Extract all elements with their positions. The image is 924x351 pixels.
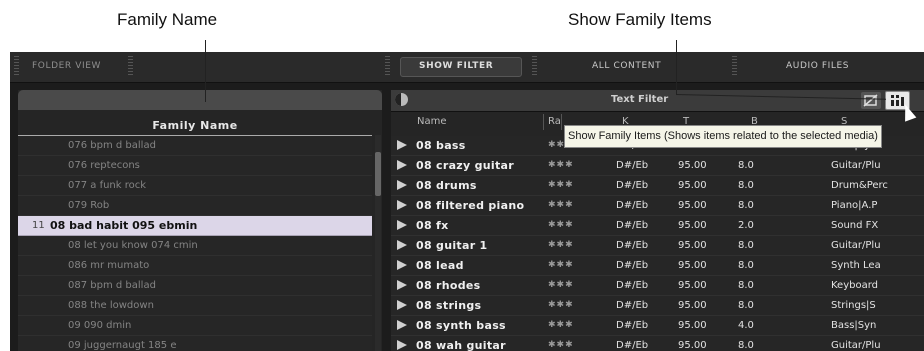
family-row[interactable]: 088 the lowdown xyxy=(18,296,372,316)
family-row[interactable]: 076 bpm d ballad xyxy=(18,136,372,156)
all-content-tab[interactable]: ALL CONTENT xyxy=(592,61,661,71)
result-row[interactable]: 08 synth bass ✱✱✱ D#/Eb 95.00 4.0 Bass|Syn xyxy=(391,316,924,336)
result-row[interactable]: 08 fx ✱✱✱ D#/Eb 95.00 2.0 Sound FX xyxy=(391,216,924,236)
contrast-toggle-icon[interactable] xyxy=(395,93,408,106)
show-filter-label: SHOW FILTER xyxy=(419,61,494,71)
result-row[interactable]: 08 crazy guitar ✱✱✱ D#/Eb 95.00 8.0 Guitar/Pl… xyxy=(391,156,924,176)
family-items-tooltip: Show Family Items (Shows items related t… xyxy=(564,125,882,148)
play-icon[interactable] xyxy=(397,140,407,150)
show-family-items-leader-line xyxy=(676,40,677,94)
text-filter-label[interactable]: Text Filter xyxy=(611,94,668,105)
family-row[interactable]: 08 let you know 074 cmin xyxy=(18,236,372,256)
text-filter-bar: Text Filter xyxy=(391,90,924,112)
grip-handle xyxy=(532,56,537,76)
result-row[interactable]: 08 filtered piano ✱✱✱ D#/Eb 95.00 8.0 Piano|A… xyxy=(391,196,924,216)
play-icon[interactable] xyxy=(397,160,407,170)
result-row[interactable]: 08 strings ✱✱✱ D#/Eb 95.00 8.0 Strings|S xyxy=(391,296,924,316)
family-item-count: 11 xyxy=(32,220,45,231)
result-row[interactable]: 08 rhodes ✱✱✱ D#/Eb 95.00 8.0 Keyboard xyxy=(391,276,924,296)
play-icon[interactable] xyxy=(397,180,407,190)
play-icon[interactable] xyxy=(397,260,407,270)
family-name-callout: Family Name xyxy=(117,10,218,29)
folder-view-tab[interactable]: FOLDER VIEW xyxy=(32,61,101,71)
column-divider[interactable] xyxy=(543,114,544,130)
result-row[interactable]: 08 wah guitar ✱✱✱ D#/Eb 95.00 8.0 Guitar/Plu xyxy=(391,336,924,351)
result-row[interactable]: 08 lead ✱✱✱ D#/Eb 95.00 8.0 Synth Lea xyxy=(391,256,924,276)
grip-handle xyxy=(385,56,390,76)
family-row[interactable]: 09 090 dmin xyxy=(18,316,372,336)
family-name-column-header[interactable]: Family Name xyxy=(18,118,372,136)
column-header-name[interactable]: Name xyxy=(417,116,447,127)
result-row[interactable]: 08 drums ✱✱✱ D#/Eb 95.00 8.0 Drum&Perc xyxy=(391,176,924,196)
family-row[interactable]: 087 bpm d ballad xyxy=(18,276,372,296)
play-icon[interactable] xyxy=(397,280,407,290)
play-icon[interactable] xyxy=(397,220,407,230)
result-row[interactable]: 08 guitar 1 ✱✱✱ D#/Eb 95.00 8.0 Guitar/Plu xyxy=(391,236,924,256)
family-row[interactable]: 076 reptecons xyxy=(18,156,372,176)
column-divider[interactable] xyxy=(561,114,562,130)
family-row[interactable]: 079 Rob xyxy=(18,196,372,216)
family-panel-header xyxy=(18,90,382,110)
family-row[interactable]: 077 a funk rock xyxy=(18,176,372,196)
play-icon[interactable] xyxy=(397,320,407,330)
play-icon[interactable] xyxy=(397,240,407,250)
family-name-leader-line xyxy=(205,40,206,102)
show-family-items-callout: Show Family Items xyxy=(568,10,712,29)
play-icon[interactable] xyxy=(397,340,407,350)
play-icon[interactable] xyxy=(397,200,407,210)
family-panel: Family Name 076 bpm d ballad 076 repteco… xyxy=(18,90,382,351)
family-row-selected[interactable]: 11 08 bad habit 095 ebmin xyxy=(18,216,372,236)
family-scrollbar-thumb[interactable] xyxy=(375,152,381,196)
grip-handle xyxy=(732,56,737,76)
hide-icon[interactable] xyxy=(861,92,881,109)
play-icon[interactable] xyxy=(397,300,407,310)
view-tabs-bar: FOLDER VIEW SHOW FILTER ALL CONTENT AUDI… xyxy=(10,52,924,83)
grip-handle xyxy=(128,56,133,76)
family-row[interactable]: 086 mr mumato xyxy=(18,256,372,276)
audio-files-tab[interactable]: AUDIO FILES xyxy=(786,61,849,71)
family-row[interactable]: 09 juggernaugt 185 e xyxy=(18,336,372,351)
grip-handle xyxy=(14,56,19,76)
column-header-rating[interactable]: Ra xyxy=(548,116,561,127)
